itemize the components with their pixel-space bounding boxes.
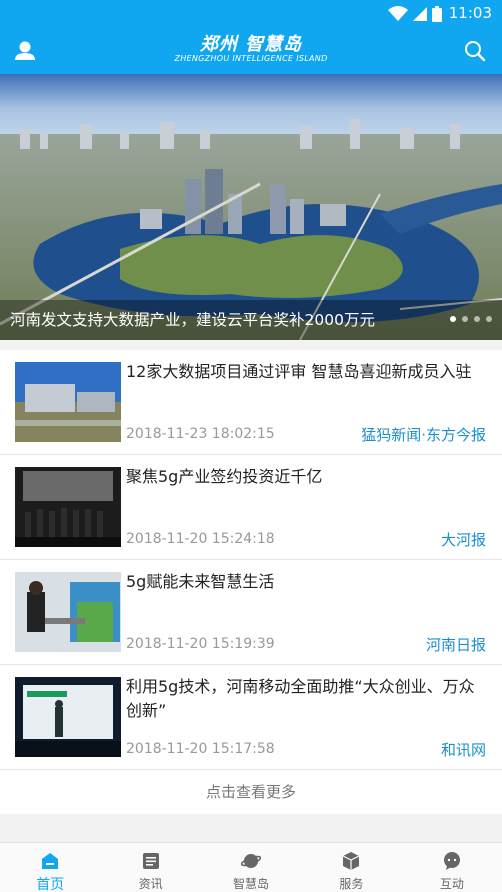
banner-carousel[interactable]: 河南发文支持大数据产业，建设云平台奖补2000万元 <box>0 74 502 340</box>
news-source[interactable]: 和讯网 <box>441 739 486 760</box>
news-headline: 利用5g技术，河南移动全面助推“大众创业、万众创新” <box>126 677 475 720</box>
news-icon <box>142 853 159 869</box>
news-thumbnail <box>15 362 121 442</box>
tab-service[interactable]: 服务 <box>301 843 401 892</box>
search-icon <box>465 41 486 62</box>
battery-icon <box>432 6 442 22</box>
tab-home[interactable]: 首页 <box>0 843 100 892</box>
tab-label: 互动 <box>439 877 464 891</box>
chat-icon <box>443 852 460 870</box>
carousel-dot[interactable] <box>474 316 480 322</box>
app-subtitle: ZHENGZHOU INTELLIGENCE ISLAND <box>174 54 328 63</box>
news-headline: 5g赋能未来智慧生活 <box>126 572 275 591</box>
planet-icon <box>241 854 262 868</box>
news-list: 12家大数据项目通过评审 智慧岛喜迎新成员入驻 2018-11-23 18:02… <box>0 350 502 814</box>
status-icons <box>388 6 442 22</box>
carousel-dot[interactable] <box>462 316 468 322</box>
banner-caption: 河南发文支持大数据产业，建设云平台奖补2000万元 <box>10 311 375 329</box>
news-item[interactable]: 5g赋能未来智慧生活 2018-11-20 15:19:39 河南日报 <box>0 560 502 665</box>
news-date: 2018-11-20 15:24:18 <box>126 531 275 547</box>
tab-label: 智慧岛 <box>233 877 270 891</box>
carousel-dot[interactable] <box>486 316 492 322</box>
home-icon <box>42 853 59 869</box>
news-item[interactable]: 利用5g技术，河南移动全面助推“大众创业、万众创新” 2018-11-20 15… <box>0 665 502 770</box>
tab-island[interactable]: 智慧岛 <box>201 843 301 892</box>
app-header: 郑州 智慧岛 ZHENGZHOU INTELLIGENCE ISLAND <box>0 28 502 74</box>
tab-label: 服务 <box>339 877 364 891</box>
news-thumbnail <box>15 677 121 757</box>
cube-icon <box>343 852 360 870</box>
news-date: 2018-11-20 15:19:39 <box>126 636 275 652</box>
news-headline: 聚焦5g产业签约投资近千亿 <box>126 467 323 486</box>
news-thumbnail <box>15 572 121 652</box>
tab-label: 资讯 <box>138 877 163 891</box>
news-item[interactable]: 聚焦5g产业签约投资近千亿 2018-11-20 15:24:18 大河报 <box>0 455 502 560</box>
news-date: 2018-11-23 18:02:15 <box>126 426 275 442</box>
tab-interact[interactable]: 互动 <box>402 843 502 892</box>
app-title: 郑州 智慧岛 <box>199 34 303 55</box>
carousel-indicator <box>450 316 492 322</box>
news-thumbnail <box>15 467 121 547</box>
signal-icon <box>413 7 427 21</box>
tab-news[interactable]: 资讯 <box>100 843 200 892</box>
news-headline: 12家大数据项目通过评审 智慧岛喜迎新成员入驻 <box>126 362 472 381</box>
status-time: 11:03 <box>448 4 492 22</box>
carousel-dot[interactable] <box>450 316 456 322</box>
load-more-button[interactable]: 点击查看更多 <box>0 770 502 814</box>
banner-caption-bar: 河南发文支持大数据产业，建设云平台奖补2000万元 <box>0 300 502 340</box>
news-source[interactable]: 大河报 <box>441 529 486 550</box>
news-source[interactable]: 猛犸新闻·东方今报 <box>361 424 486 445</box>
search-button[interactable] <box>460 36 490 66</box>
wifi-icon <box>388 6 408 21</box>
status-bar: 11:03 <box>0 0 502 28</box>
news-item[interactable]: 12家大数据项目通过评审 智慧岛喜迎新成员入驻 2018-11-23 18:02… <box>0 350 502 455</box>
tab-label: 首页 <box>36 877 65 892</box>
bottom-tab-bar: 首页 资讯 智慧岛 服务 互动 <box>0 842 502 892</box>
news-date: 2018-11-20 15:17:58 <box>126 741 275 757</box>
news-source[interactable]: 河南日报 <box>426 634 486 655</box>
